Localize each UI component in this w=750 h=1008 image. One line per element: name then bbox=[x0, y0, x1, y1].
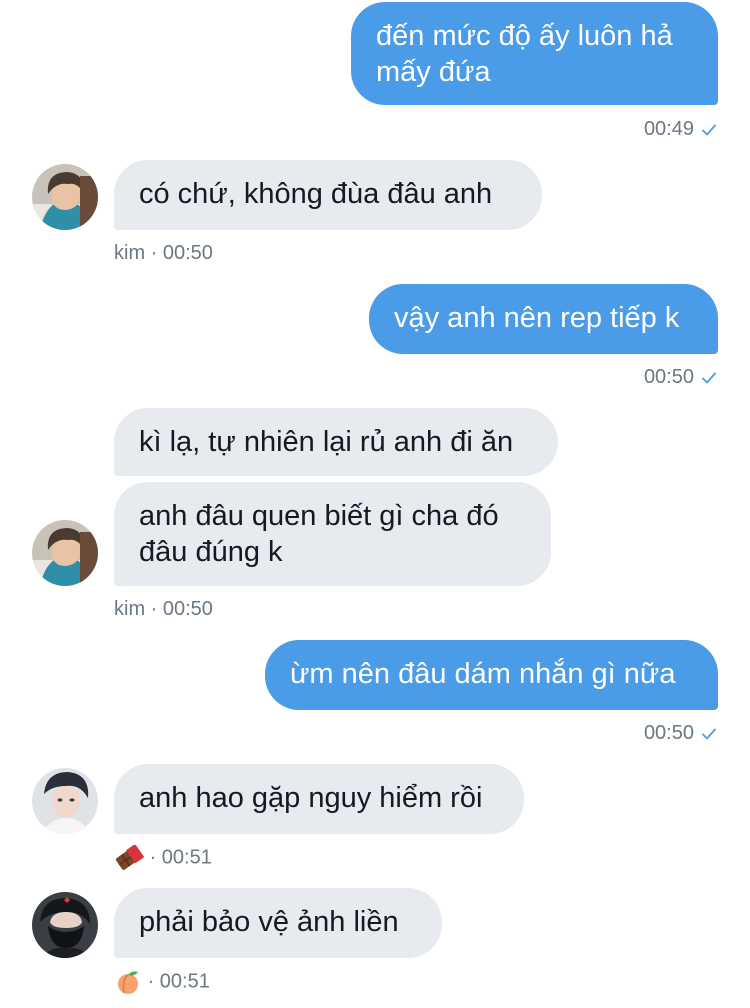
message-text: ừm nên đâu dám nhắn gì nữa bbox=[290, 658, 676, 690]
message-text: anh hao gặp nguy hiểm rồi bbox=[139, 782, 483, 814]
message-time: 00:50 bbox=[643, 722, 694, 744]
message-time: · 00:51 bbox=[147, 970, 210, 993]
message-meta: kim · 00:50 bbox=[114, 597, 213, 621]
message-text: anh đâu quen biết gì cha đó đâu đúng k bbox=[139, 500, 499, 568]
message-meta: kim · 00:50 bbox=[114, 241, 213, 265]
message-time: 00:49 bbox=[643, 118, 694, 140]
sender-and-time: kim · 00:50 bbox=[114, 242, 213, 264]
message-meta: · 00:51 bbox=[114, 969, 210, 995]
incoming-message-bubble[interactable]: anh hao gặp nguy hiểm rồi bbox=[114, 764, 524, 834]
incoming-message-bubble[interactable]: anh đâu quen biết gì cha đó đâu đúng k bbox=[114, 482, 551, 586]
sender-and-time: kim · 00:50 bbox=[114, 598, 213, 620]
avatar-kim[interactable] bbox=[32, 520, 98, 586]
outgoing-message-bubble[interactable]: vậy anh nên rep tiếp k bbox=[369, 284, 718, 354]
outgoing-message-bubble[interactable]: ừm nên đâu dám nhắn gì nữa bbox=[265, 640, 718, 710]
outgoing-message-bubble[interactable]: đến mức độ ấy luôn hả mấy đứa bbox=[351, 2, 718, 105]
avatar-kim[interactable] bbox=[32, 164, 98, 230]
message-time: · 00:51 bbox=[149, 846, 212, 869]
message-text: vậy anh nên rep tiếp k bbox=[394, 302, 680, 334]
message-text: kì lạ, tự nhiên lại rủ anh đi ăn bbox=[139, 426, 514, 458]
checkmark-icon bbox=[702, 372, 716, 384]
checkmark-icon bbox=[702, 124, 716, 136]
incoming-message-bubble[interactable]: có chứ, không đùa đâu anh bbox=[114, 160, 542, 230]
chocolate-bar-icon bbox=[115, 845, 144, 870]
message-time: 00:50 bbox=[643, 366, 694, 388]
checkmark-icon bbox=[702, 728, 716, 740]
message-text: phải bảo vệ ảnh liền bbox=[139, 906, 399, 938]
avatar-sender[interactable] bbox=[32, 892, 98, 958]
message-meta: 00:50 bbox=[644, 365, 716, 389]
message-meta: 00:49 bbox=[644, 117, 716, 141]
message-meta: 00:50 bbox=[644, 721, 716, 745]
message-text: đến mức độ ấy luôn hả mấy đứa bbox=[376, 20, 673, 88]
incoming-message-bubble[interactable]: kì lạ, tự nhiên lại rủ anh đi ăn bbox=[114, 408, 558, 476]
peach-icon bbox=[118, 971, 138, 994]
incoming-message-bubble[interactable]: phải bảo vệ ảnh liền bbox=[114, 888, 442, 958]
message-text: có chứ, không đùa đâu anh bbox=[139, 178, 493, 210]
message-meta: · 00:51 bbox=[114, 845, 212, 871]
avatar-sender[interactable] bbox=[32, 768, 98, 834]
